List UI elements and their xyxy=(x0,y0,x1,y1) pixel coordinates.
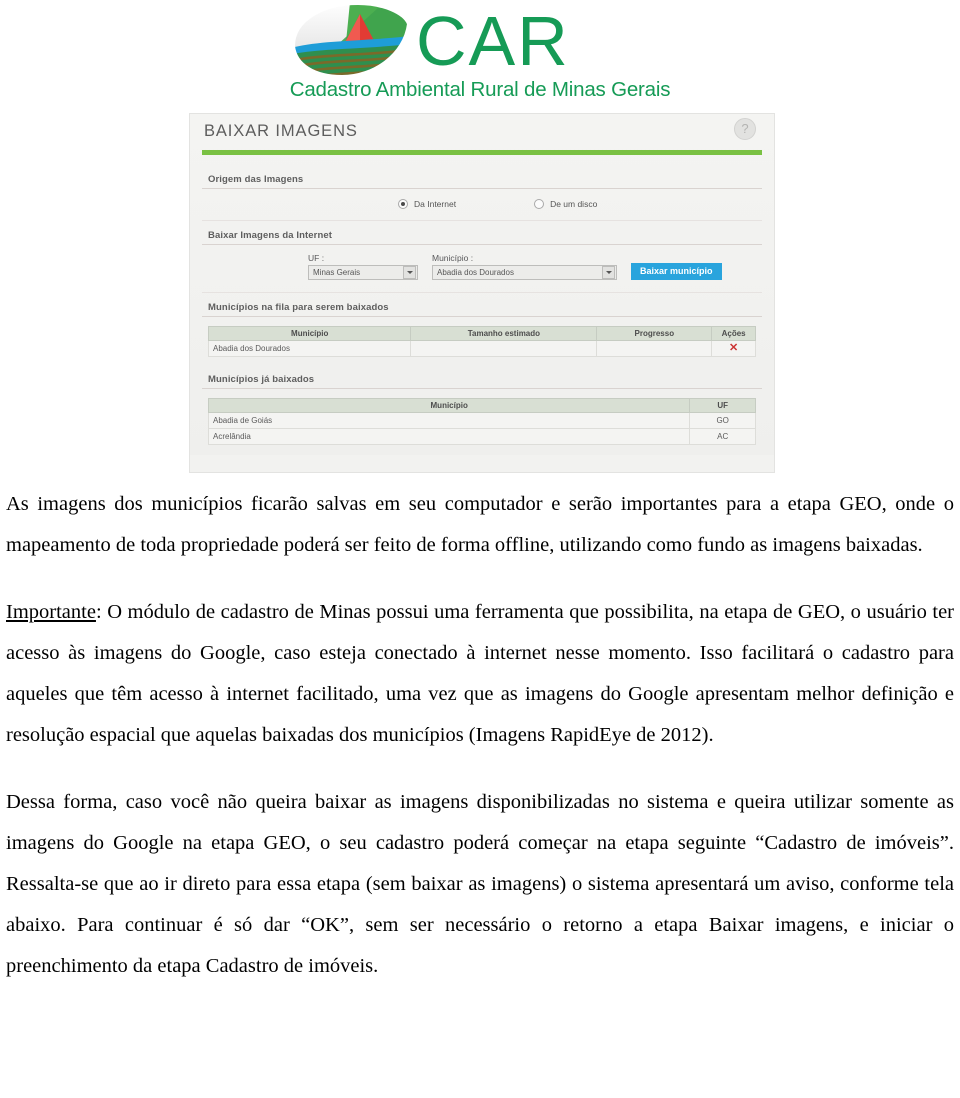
section-fila-title: Municípios na fila para serem baixados xyxy=(202,295,762,317)
logo-subtitle: Cadastro Ambiental Rural de Minas Gerais xyxy=(289,78,671,101)
page-title: BAIXAR IMAGENS xyxy=(204,122,358,140)
paragraph-1: As imagens dos municípios ficarão salvas… xyxy=(6,493,954,556)
section-baixados-body: Município UF Abadia de Goiás GO Acrelând… xyxy=(202,389,762,453)
section-baixados-title: Municípios já baixados xyxy=(202,367,762,389)
car-leaf-logo-icon xyxy=(292,2,410,78)
section-origem-title: Origem das Imagens xyxy=(202,167,762,189)
section-baixar-internet: Baixar Imagens da Internet UF : Minas Ge… xyxy=(202,223,762,293)
uf-select-value: Minas Gerais xyxy=(313,268,361,277)
download-form-row: UF : Minas Gerais Município : Abadia dos… xyxy=(308,251,756,284)
table-header-row: Município UF xyxy=(207,398,756,413)
col-progresso: Progresso xyxy=(596,326,713,341)
section-fila-body: Município Tamanho estimado Progresso Açõ… xyxy=(202,317,762,365)
cell-municipio: Abadia dos Dourados xyxy=(207,340,412,357)
panel-body: Origem das Imagens Da Internet De um dis… xyxy=(190,155,774,453)
col-acoes: Ações xyxy=(711,326,756,341)
paragraph-2: Importante: O módulo de cadastro de Mina… xyxy=(6,592,954,756)
radio-da-internet[interactable]: Da Internet xyxy=(398,199,456,209)
chevron-down-icon[interactable] xyxy=(403,266,416,279)
cell-uf: GO xyxy=(689,412,756,429)
municipio-select-value: Abadia dos Dourados xyxy=(437,268,514,277)
cell-progresso xyxy=(596,340,713,357)
municipio-field: Município : Abadia dos Dourados xyxy=(432,253,617,280)
logo-top-row: CAR xyxy=(284,2,676,80)
table-header-row: Município Tamanho estimado Progresso Açõ… xyxy=(207,326,756,341)
baixados-table: Município UF Abadia de Goiás GO Acrelând… xyxy=(207,398,756,445)
radio-de-um-disco[interactable]: De um disco xyxy=(534,199,597,209)
logo-header: CAR Cadastro Ambiental Rural de Minas Ge… xyxy=(0,0,960,108)
cell-uf: AC xyxy=(689,428,756,445)
table-row: Abadia de Goiás GO xyxy=(207,412,756,429)
radio-unselected-icon xyxy=(534,199,545,209)
col-municipio: Município xyxy=(207,398,691,413)
section-baixados: Municípios já baixados Município UF Abad… xyxy=(202,367,762,453)
paragraph-2-lead: Importante xyxy=(6,601,96,623)
municipio-select[interactable]: Abadia dos Dourados xyxy=(432,265,617,280)
section-origem-body: Da Internet De um disco xyxy=(202,189,762,221)
screenshot-header: BAIXAR IMAGENS ? xyxy=(190,114,774,150)
fila-table: Município Tamanho estimado Progresso Açõ… xyxy=(207,326,756,357)
municipio-label: Município : xyxy=(432,253,474,263)
baixar-imagens-screenshot: BAIXAR IMAGENS ? Origem das Imagens Da I… xyxy=(190,114,774,472)
paragraph-2-text: : O módulo de cadastro de Minas possui u… xyxy=(6,601,954,746)
table-row: Acrelândia AC xyxy=(207,428,756,445)
logo: CAR Cadastro Ambiental Rural de Minas Ge… xyxy=(284,2,676,106)
help-icon[interactable]: ? xyxy=(734,118,756,140)
cell-municipio: Abadia de Goiás xyxy=(207,412,691,429)
cell-tamanho xyxy=(410,340,598,357)
screenshot-window: BAIXAR IMAGENS ? Origem das Imagens Da I… xyxy=(190,114,774,455)
remove-icon[interactable]: ✕ xyxy=(729,342,738,354)
cell-municipio: Acrelândia xyxy=(207,428,691,445)
radio-da-internet-label: Da Internet xyxy=(414,199,457,209)
paragraph-3: Dessa forma, caso você não queira baixar… xyxy=(6,791,954,977)
radio-selected-icon xyxy=(398,199,408,209)
radio-de-um-disco-label: De um disco xyxy=(550,199,598,209)
uf-label: UF : xyxy=(308,253,325,263)
table-row: Abadia dos Dourados ✕ xyxy=(207,340,756,357)
section-fila: Municípios na fila para serem baixados M… xyxy=(202,295,762,365)
section-baixar-internet-body: UF : Minas Gerais Município : Abadia dos… xyxy=(202,245,762,293)
uf-field: UF : Minas Gerais xyxy=(308,253,418,280)
document-body: As imagens dos municípios ficarão salvas… xyxy=(0,484,960,987)
uf-select[interactable]: Minas Gerais xyxy=(308,265,418,280)
chevron-down-icon[interactable] xyxy=(602,266,615,279)
origem-radio-group: Da Internet De um disco xyxy=(208,195,756,212)
col-uf: UF xyxy=(689,398,756,413)
section-baixar-internet-title: Baixar Imagens da Internet xyxy=(202,223,762,245)
baixar-municipio-button[interactable]: Baixar município xyxy=(631,263,722,280)
cell-acoes: ✕ xyxy=(711,340,756,357)
logo-brand-text: CAR xyxy=(416,2,570,80)
col-municipio: Município xyxy=(207,326,412,341)
col-tamanho-estimado: Tamanho estimado xyxy=(410,326,598,341)
section-origem-imagens: Origem das Imagens Da Internet De um dis… xyxy=(202,167,762,221)
